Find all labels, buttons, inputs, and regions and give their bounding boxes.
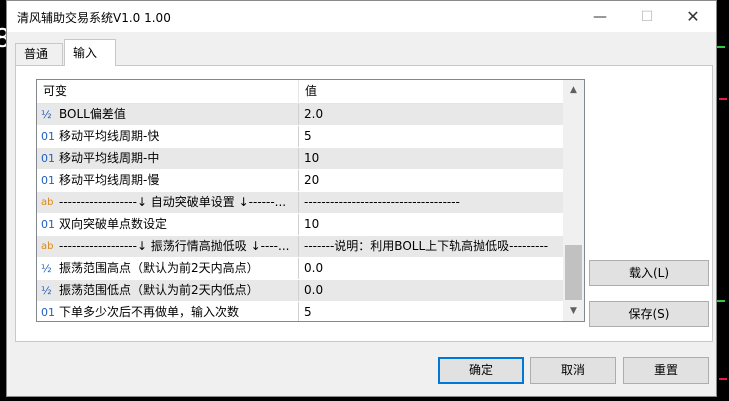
tab-panel: 可变 值 ½ BOLL偏差值 2.0 01 移动平均线周期-快 5 01 移动平… bbox=[15, 65, 713, 342]
save-button[interactable]: 保存(S) bbox=[589, 301, 709, 327]
param-value[interactable]: -------说明：利用BOLL上下轨高抛低吸--------- bbox=[304, 236, 559, 257]
column-divider bbox=[298, 214, 299, 235]
grid-header: 可变 值 bbox=[37, 80, 563, 104]
background-tick bbox=[717, 46, 725, 48]
param-name: 振荡范围低点（默认为前2天内低点） bbox=[59, 283, 259, 297]
column-divider bbox=[298, 126, 299, 147]
column-divider bbox=[298, 236, 299, 257]
param-name: BOLL偏差值 bbox=[59, 107, 126, 121]
cancel-button[interactable]: 取消 bbox=[530, 357, 616, 384]
scroll-down-icon[interactable]: ▼ bbox=[563, 301, 584, 321]
column-divider bbox=[298, 104, 299, 125]
table-row[interactable]: ½ 振荡范围高点（默认为前2天内高点） 0.0 bbox=[37, 258, 563, 280]
param-value[interactable]: 5 bbox=[304, 126, 559, 147]
column-divider bbox=[298, 192, 299, 213]
table-row[interactable]: ½ 振荡范围低点（默认为前2天内低点） 0.0 bbox=[37, 280, 563, 302]
window-title: 清风辅助交易系统V1.0 1.00 bbox=[17, 11, 171, 25]
string-type-icon: ab bbox=[41, 241, 54, 252]
background-tick bbox=[717, 300, 725, 302]
integer-type-icon: 01 bbox=[41, 306, 55, 319]
table-row[interactable]: ½ BOLL偏差值 2.0 bbox=[37, 104, 563, 126]
dialog-window: 清风辅助交易系统V1.0 1.00 — ☐ ✕ 普通 输入 可变 值 ½ BOL… bbox=[6, 0, 717, 397]
integer-type-icon: 01 bbox=[41, 152, 55, 165]
param-value[interactable]: 20 bbox=[304, 170, 559, 191]
grid-rows: ½ BOLL偏差值 2.0 01 移动平均线周期-快 5 01 移动平均线周期-… bbox=[37, 104, 563, 321]
load-button[interactable]: 载入(L) bbox=[589, 260, 709, 286]
param-value[interactable]: 5 bbox=[304, 302, 559, 321]
title-bar[interactable]: 清风辅助交易系统V1.0 1.00 — ☐ ✕ bbox=[7, 1, 716, 32]
double-type-icon: ½ bbox=[41, 108, 52, 121]
double-type-icon: ½ bbox=[41, 262, 52, 275]
string-type-icon: ab bbox=[41, 197, 54, 208]
background-tick bbox=[719, 378, 727, 380]
param-value[interactable]: ------------------------------------ bbox=[304, 192, 559, 213]
param-value[interactable]: 10 bbox=[304, 214, 559, 235]
maximize-button[interactable]: ☐ bbox=[624, 1, 670, 32]
double-type-icon: ½ bbox=[41, 284, 52, 297]
column-divider bbox=[298, 148, 299, 169]
tab-inputs[interactable]: 输入 bbox=[64, 39, 116, 66]
param-name: ------------------↓ 振荡行情高抛低吸 ↓----... bbox=[59, 239, 290, 253]
integer-type-icon: 01 bbox=[41, 130, 55, 143]
scroll-up-icon[interactable]: ▲ bbox=[563, 80, 584, 100]
param-value[interactable]: 0.0 bbox=[304, 258, 559, 279]
table-row[interactable]: 01 移动平均线周期-快 5 bbox=[37, 126, 563, 148]
param-name: 下单多少次后不再做单，输入次数 bbox=[59, 305, 240, 319]
param-value[interactable]: 2.0 bbox=[304, 104, 559, 125]
param-name: ------------------↓ 自动突破单设置 ↓------... bbox=[59, 195, 287, 209]
column-divider bbox=[298, 302, 299, 321]
background-tick bbox=[719, 98, 727, 100]
column-header-variable[interactable]: 可变 bbox=[37, 80, 299, 103]
param-name: 移动平均线周期-中 bbox=[59, 151, 160, 165]
background-chart-right bbox=[717, 0, 729, 401]
close-icon: ✕ bbox=[686, 7, 700, 26]
ok-button[interactable]: 确定 bbox=[438, 357, 524, 384]
tab-general[interactable]: 普通 bbox=[15, 43, 63, 65]
column-divider bbox=[298, 170, 299, 191]
table-row[interactable]: ab ------------------↓ 自动突破单设置 ↓------..… bbox=[37, 192, 563, 214]
column-divider bbox=[298, 280, 299, 301]
table-row[interactable]: 01 移动平均线周期-中 10 bbox=[37, 148, 563, 170]
param-value[interactable]: 0.0 bbox=[304, 280, 559, 301]
column-divider bbox=[298, 258, 299, 279]
column-header-value[interactable]: 值 bbox=[299, 80, 563, 103]
table-row[interactable]: 01 双向突破单点数设定 10 bbox=[37, 214, 563, 236]
integer-type-icon: 01 bbox=[41, 218, 55, 231]
param-name: 移动平均线周期-快 bbox=[59, 129, 160, 143]
integer-type-icon: 01 bbox=[41, 174, 55, 187]
minimize-icon: — bbox=[593, 8, 607, 25]
param-name: 双向突破单点数设定 bbox=[59, 217, 168, 231]
param-name: 振荡范围高点（默认为前2天内高点） bbox=[59, 261, 259, 275]
scrollbar-thumb[interactable] bbox=[565, 245, 582, 300]
maximize-icon: ☐ bbox=[640, 8, 654, 25]
param-name: 移动平均线周期-慢 bbox=[59, 173, 160, 187]
minimize-button[interactable]: — bbox=[577, 1, 623, 32]
table-row[interactable]: 01 下单多少次后不再做单，输入次数 5 bbox=[37, 302, 563, 321]
vertical-scrollbar[interactable]: ▲ ▼ bbox=[563, 80, 584, 321]
param-value[interactable]: 10 bbox=[304, 148, 559, 169]
reset-button[interactable]: 重置 bbox=[623, 357, 709, 384]
table-row[interactable]: ab ------------------↓ 振荡行情高抛低吸 ↓----...… bbox=[37, 236, 563, 258]
parameters-grid: 可变 值 ½ BOLL偏差值 2.0 01 移动平均线周期-快 5 01 移动平… bbox=[36, 79, 585, 322]
close-button[interactable]: ✕ bbox=[670, 1, 716, 32]
table-row[interactable]: 01 移动平均线周期-慢 20 bbox=[37, 170, 563, 192]
